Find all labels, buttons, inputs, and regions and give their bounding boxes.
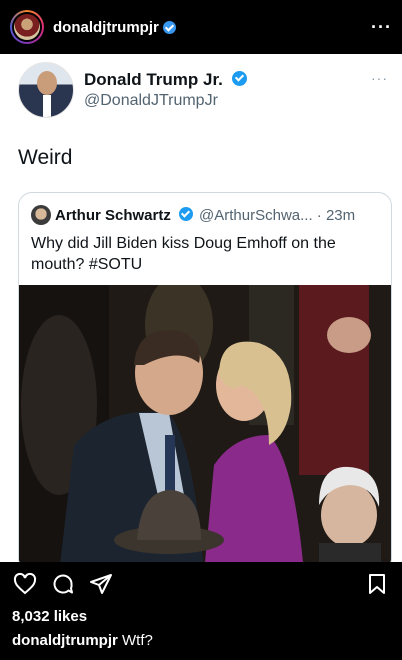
- heart-icon[interactable]: [12, 571, 38, 597]
- quoted-tweet: Arthur Schwartz @ArthurSchwa... · 23m Wh…: [18, 192, 392, 562]
- quoted-handle-time: @ArthurSchwa... · 23m: [199, 206, 356, 224]
- quoted-author-name: Arthur Schwartz: [55, 206, 194, 224]
- share-icon[interactable]: [88, 571, 114, 597]
- post-username[interactable]: donaldjtrumpjr: [53, 19, 159, 36]
- more-options-button[interactable]: ···: [371, 17, 392, 38]
- likes-count[interactable]: 8,032 likes: [12, 608, 87, 625]
- quoted-avatar: [31, 205, 51, 225]
- tweet-author-handle: @DonaldJTrumpJr: [84, 92, 218, 109]
- verified-icon: [231, 71, 247, 86]
- tweet-avatar: [18, 62, 74, 118]
- tweet-header: Donald Trump Jr. @DonaldJTrumpJr: [18, 62, 247, 118]
- post-caption: donaldjtrumpjr Wtf?: [12, 632, 153, 649]
- profile-avatar[interactable]: [10, 10, 44, 44]
- tweet-text: Weird: [18, 146, 73, 169]
- verified-icon: [162, 20, 176, 34]
- bookmark-icon[interactable]: [364, 571, 390, 597]
- caption-text: Wtf?: [122, 632, 153, 649]
- tweet-more-icon: ···: [371, 70, 388, 86]
- post-image-tweet[interactable]: Donald Trump Jr. @DonaldJTrumpJr ··· Wei…: [0, 54, 402, 562]
- quoted-photo: [19, 285, 391, 562]
- quoted-tweet-text: Why did Jill Biden kiss Doug Emhoff on t…: [31, 235, 336, 273]
- verified-icon: [179, 206, 194, 221]
- post-actions: [0, 562, 402, 606]
- comment-icon[interactable]: [50, 571, 76, 597]
- post-header: donaldjtrumpjr ···: [0, 0, 402, 54]
- caption-username[interactable]: donaldjtrumpjr: [12, 632, 118, 649]
- tweet-author-name: Donald Trump Jr.: [84, 70, 223, 89]
